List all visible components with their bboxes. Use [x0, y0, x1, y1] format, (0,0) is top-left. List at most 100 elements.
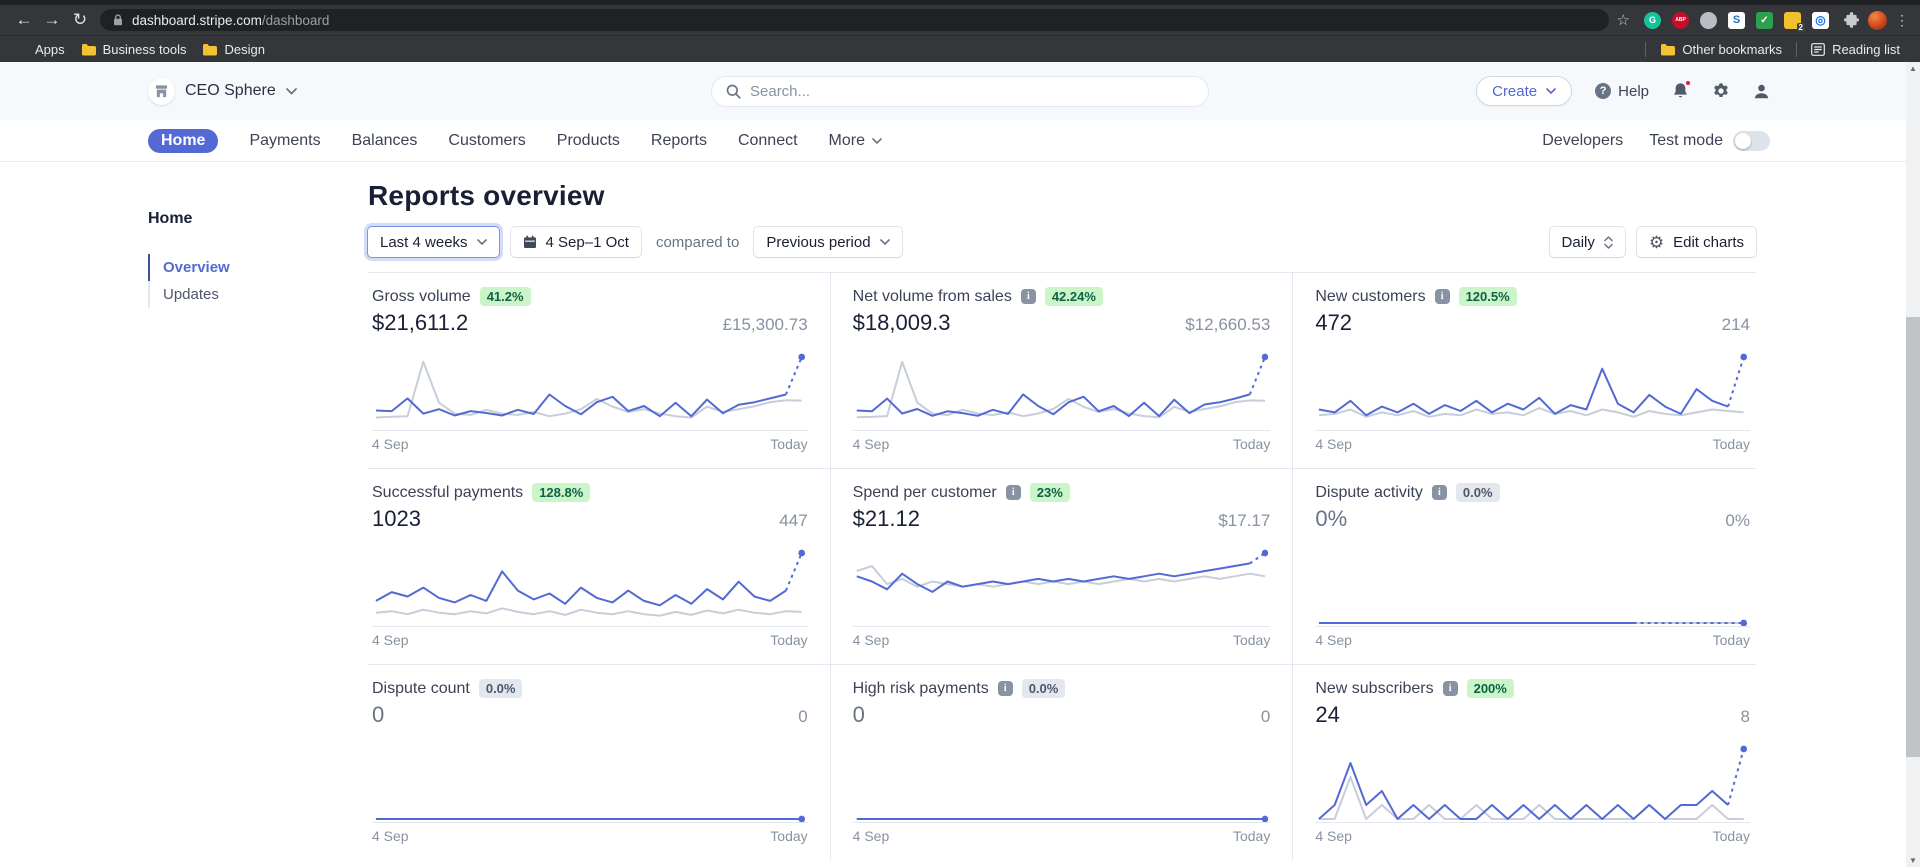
card-values: $18,009.3$12,660.53	[853, 310, 1271, 336]
bookmarks-divider	[1796, 42, 1797, 57]
cards-grid: Gross volume41.2%$21,611.2£15,300.734 Se…	[368, 272, 1756, 860]
chevron-down-icon	[872, 138, 882, 144]
back-icon[interactable]: ←	[10, 5, 38, 35]
scroll-up-icon[interactable]: ▲	[1906, 62, 1920, 75]
other-bookmarks[interactable]: Other bookmarks	[1652, 39, 1790, 59]
forward-icon[interactable]: →	[38, 5, 66, 35]
tab-label: Balances	[352, 132, 418, 150]
bookmark-star-icon[interactable]: ☆	[1617, 11, 1630, 29]
sparkline-chart	[853, 346, 1271, 430]
extensions-puzzle-icon[interactable]	[1843, 12, 1860, 29]
account-switcher[interactable]: CEO Sphere	[148, 78, 297, 105]
bookmark-apps[interactable]: Apps	[12, 39, 73, 59]
info-icon[interactable]: i	[1435, 289, 1450, 304]
info-icon[interactable]: i	[1006, 485, 1021, 500]
metric-previous-value: 447	[779, 511, 807, 531]
card-header: New subscribersi200%	[1315, 679, 1750, 698]
page-scrollbar[interactable]: ▲ ▼	[1906, 62, 1920, 867]
url-host: dashboard.stripe.com	[132, 13, 262, 28]
date-range-select[interactable]: Last 4 weeks	[368, 227, 499, 257]
info-icon[interactable]: i	[1443, 681, 1458, 696]
test-mode-toggle[interactable]	[1733, 131, 1770, 151]
adblock-extension-icon[interactable]: ABP	[1672, 12, 1689, 29]
metric-value: $21.12	[853, 506, 920, 532]
sparkline-chart	[372, 738, 808, 822]
scroll-down-icon[interactable]: ▼	[1906, 854, 1920, 867]
extension-badge: 2	[1797, 23, 1805, 32]
metric-previous-value: £15,300.73	[723, 315, 808, 335]
check-extension-icon[interactable]: ✓	[1756, 12, 1773, 29]
bookmark-label: Design	[224, 42, 264, 57]
info-icon[interactable]: i	[998, 681, 1013, 696]
scrollbar-thumb[interactable]	[1906, 317, 1920, 757]
bookmark-design[interactable]: Design	[194, 39, 272, 59]
metric-value: 0	[372, 702, 384, 728]
s-extension-icon[interactable]: S	[1728, 12, 1745, 29]
sidebar-item-overview[interactable]: Overview	[148, 254, 368, 281]
user-profile-button[interactable]	[1753, 83, 1770, 100]
metric-label: Dispute activity	[1315, 484, 1423, 502]
search-placeholder: Search...	[750, 83, 810, 100]
header-actions: Create ? Help	[1476, 76, 1770, 106]
edit-charts-button[interactable]: ⚙ Edit charts	[1637, 227, 1756, 257]
url-bar[interactable]: dashboard.stripe.com/dashboard	[100, 9, 1609, 31]
metric-card-high-risk-payments: High risk paymentsi0.0%004 SepToday	[831, 665, 1294, 860]
interval-select[interactable]: Daily	[1550, 227, 1625, 257]
notifications-button[interactable]	[1672, 82, 1689, 100]
card-header: High risk paymentsi0.0%	[853, 679, 1271, 698]
metric-label: New customers	[1315, 288, 1425, 306]
metric-card-new-subscribers: New subscribersi200%2484 SepToday	[1293, 665, 1756, 860]
change-badge: 0.0%	[479, 679, 523, 698]
bookmarks-divider	[1645, 42, 1646, 57]
sparkline-chart	[372, 346, 808, 430]
tab-more[interactable]: More	[829, 132, 882, 150]
notes-extension-icon[interactable]: 2	[1784, 12, 1801, 29]
help-button[interactable]: ? Help	[1595, 83, 1649, 100]
tab-products[interactable]: Products	[557, 132, 620, 150]
test-mode-group: Test mode	[1649, 131, 1770, 151]
metric-value: $21,611.2	[372, 310, 468, 336]
lens-extension-icon[interactable]: ◎	[1812, 12, 1829, 29]
tab-home[interactable]: Home	[148, 129, 218, 153]
browser-profile-avatar[interactable]	[1868, 11, 1887, 30]
grammarly-extension-icon[interactable]: G	[1644, 12, 1661, 29]
tab-customers[interactable]: Customers	[448, 132, 525, 150]
reading-list[interactable]: Reading list	[1803, 39, 1908, 59]
info-icon[interactable]: i	[1432, 485, 1447, 500]
developers-link[interactable]: Developers	[1542, 132, 1623, 150]
chart-axis: 4 SepToday	[853, 822, 1271, 860]
chart-axis: 4 SepToday	[853, 626, 1271, 664]
nav-tabs: Home Payments Balances Customers Products Rep…	[148, 129, 882, 153]
compare-value-label: Previous period	[766, 234, 870, 251]
change-badge: 128.8%	[532, 483, 590, 502]
metric-card-new-customers: New customersi120.5%4722144 SepToday	[1293, 273, 1756, 469]
browser-menu-icon[interactable]: ⋮	[1895, 12, 1910, 29]
reload-icon[interactable]: ↻	[66, 5, 94, 35]
card-header: Dispute count 0.0%	[372, 679, 808, 698]
card-values: 472214	[1315, 310, 1750, 336]
axis-start-label: 4 Sep	[372, 828, 409, 844]
sidebar-item-updates[interactable]: Updates	[148, 281, 368, 308]
info-icon[interactable]: i	[1021, 289, 1036, 304]
gear-icon: ⚙	[1649, 234, 1664, 251]
metric-card-successful-payments: Successful payments128.8%10234474 SepTod…	[368, 469, 831, 665]
metric-label: Dispute count	[372, 680, 470, 698]
card-values: 248	[1315, 702, 1750, 728]
grey-extension-icon[interactable]	[1700, 12, 1717, 29]
date-picker-button[interactable]: 4 Sep–1 Oct	[511, 227, 641, 257]
reading-list-label: Reading list	[1832, 42, 1900, 57]
tab-reports[interactable]: Reports	[651, 132, 707, 150]
other-bookmarks-label: Other bookmarks	[1682, 42, 1782, 57]
tab-payments[interactable]: Payments	[249, 132, 320, 150]
chart-axis: 4 SepToday	[372, 430, 808, 468]
compare-select[interactable]: Previous period	[754, 227, 901, 257]
settings-gear-button[interactable]	[1712, 82, 1730, 100]
metric-value: 0	[853, 702, 865, 728]
bookmark-business-tools[interactable]: Business tools	[73, 39, 195, 59]
create-button[interactable]: Create	[1476, 76, 1572, 106]
tab-balances[interactable]: Balances	[352, 132, 418, 150]
bookmark-label: Business tools	[103, 42, 187, 57]
search-input[interactable]: Search...	[711, 76, 1209, 107]
tab-connect[interactable]: Connect	[738, 132, 798, 150]
sparkline-chart	[372, 542, 808, 626]
